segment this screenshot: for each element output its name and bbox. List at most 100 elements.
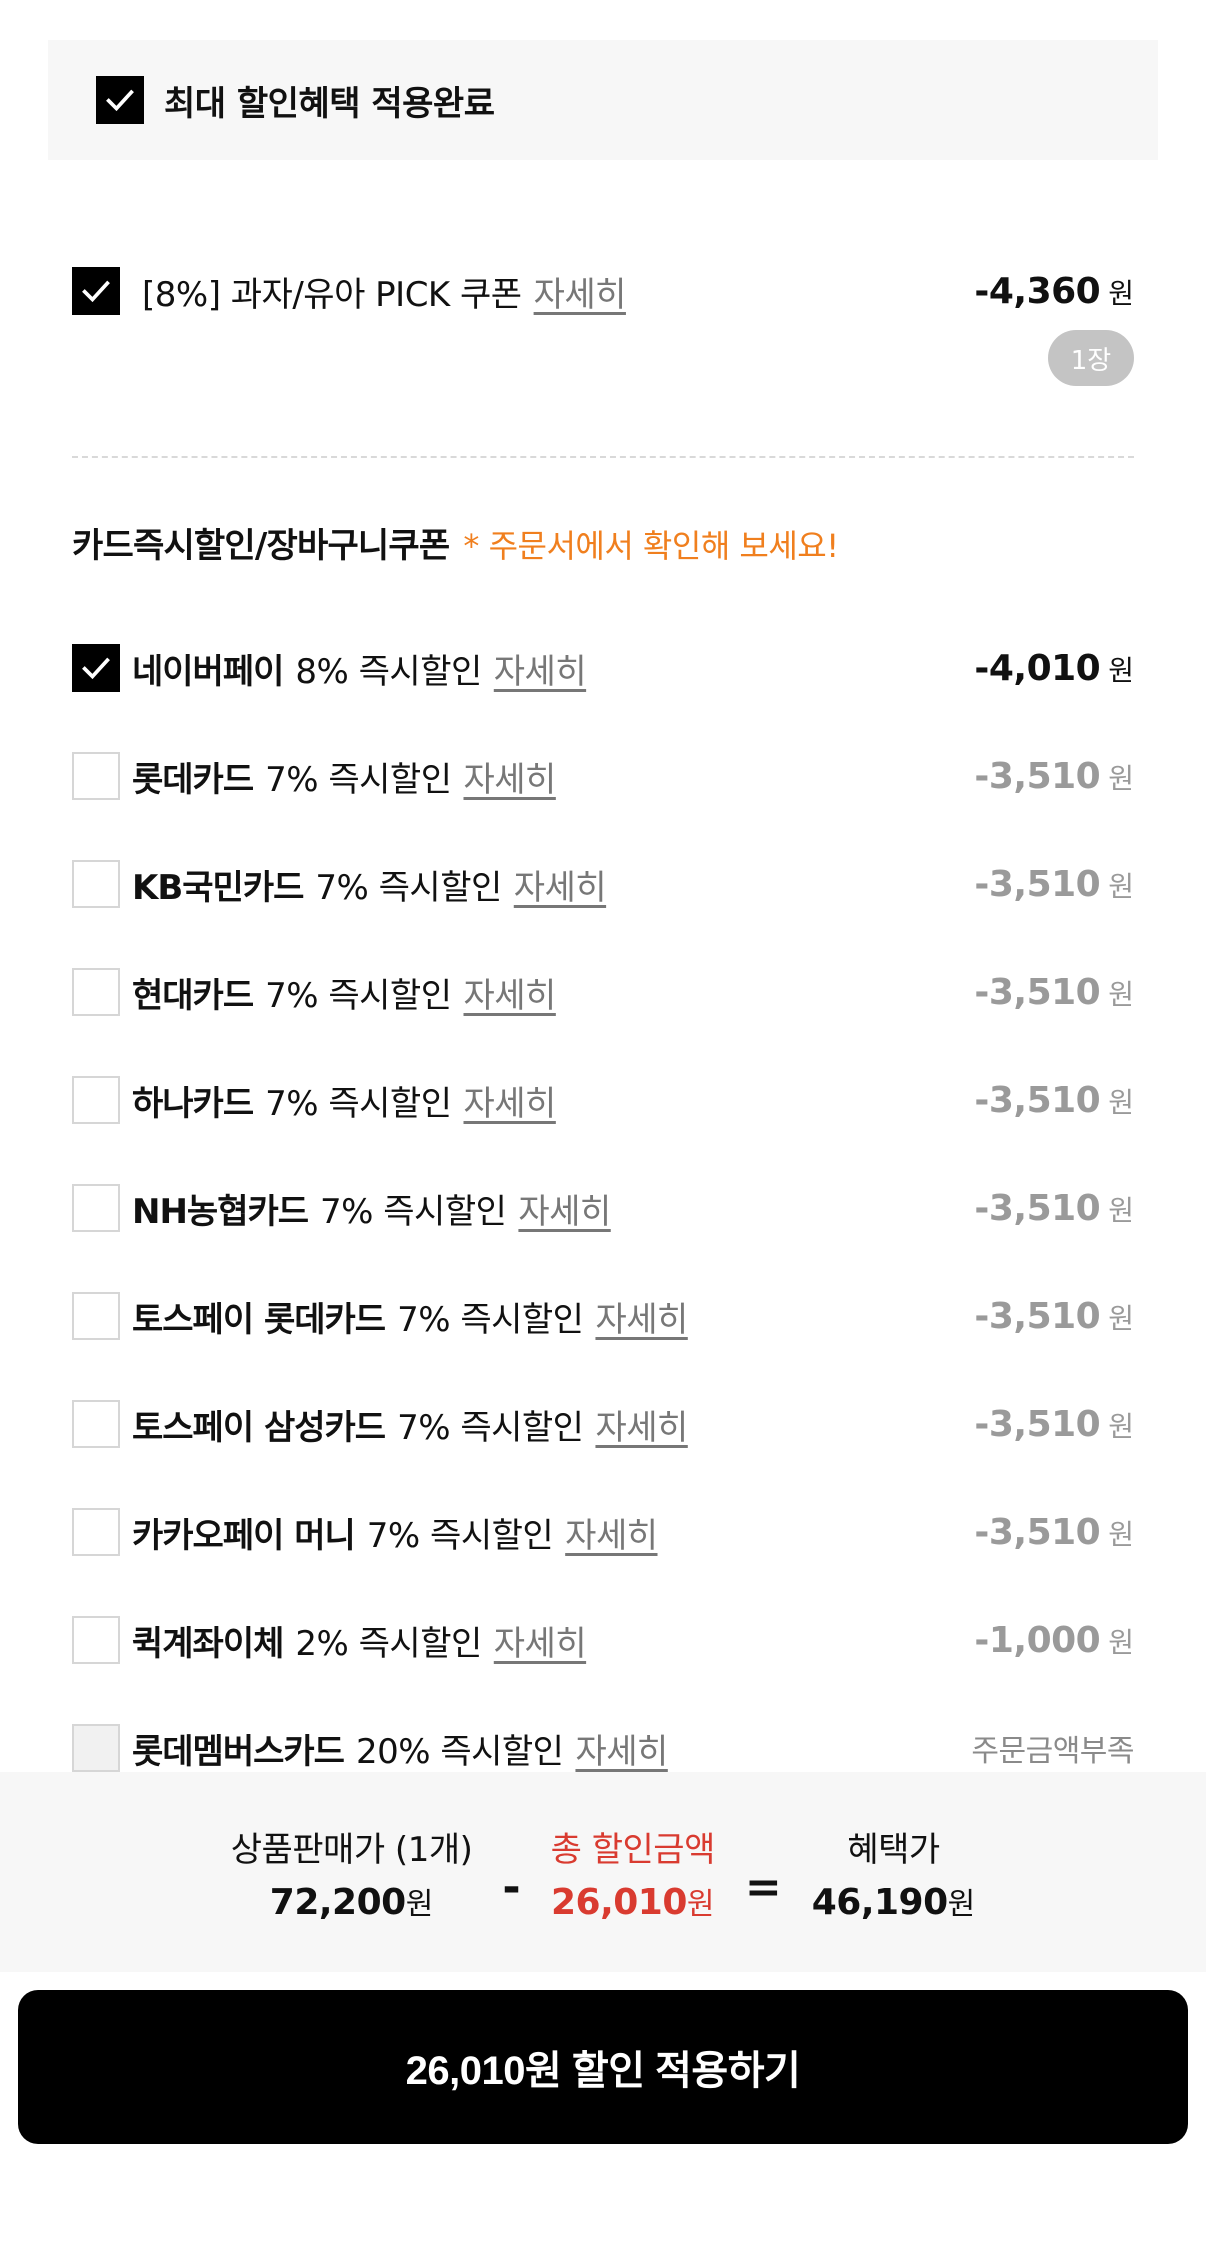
card-amount-value: -3,510: [974, 1187, 1101, 1229]
card-detail-link[interactable]: 자세히: [518, 1184, 611, 1233]
card-discount-amount: -3,510 원: [974, 864, 1134, 905]
max-discount-checkbox[interactable]: [96, 76, 144, 124]
card-description: 7% 즉시할인: [366, 1515, 554, 1556]
card-name: NH농협카드: [132, 1191, 309, 1232]
coupon-amount-currency: 원: [1108, 276, 1134, 310]
card-name: 카카오페이 머니: [132, 1515, 356, 1556]
card-name: 롯데카드: [132, 759, 254, 800]
card-status-text: 주문금액부족: [971, 1734, 1134, 1769]
card-description: 7% 즉시할인: [320, 1191, 507, 1232]
card-discount-amount: -3,510 원: [974, 756, 1134, 797]
card-name: 퀵계좌이체: [132, 1623, 284, 1664]
card-section-note: * 주문서에서 확인해 보세요!: [463, 527, 839, 565]
card-discount-row[interactable]: KB국민카드 7% 즉시할인 자세히 -3,510 원: [72, 830, 1134, 938]
dashed-divider: [72, 456, 1134, 458]
card-detail-link[interactable]: 자세히: [565, 1508, 658, 1557]
coupon-checkbox[interactable]: [72, 267, 120, 315]
card-detail-link[interactable]: 자세히: [595, 1400, 688, 1449]
card-description: 2% 즉시할인: [295, 1623, 482, 1664]
card-checkbox[interactable]: [72, 968, 120, 1016]
card-description: 7% 즉시할인: [397, 1407, 584, 1448]
card-amount-value: -3,510: [974, 863, 1101, 905]
checkmark-icon: [82, 657, 110, 680]
total-discount-label: 총 할인금액: [550, 1829, 716, 1870]
card-name: 토스페이 삼성카드: [132, 1407, 386, 1448]
card-discount-amount: -3,510 원: [974, 1080, 1134, 1121]
card-detail-link[interactable]: 자세히: [575, 1724, 668, 1773]
benefit-price-value: 46,190원: [812, 1879, 976, 1923]
card-detail-link[interactable]: 자세히: [494, 1616, 587, 1665]
card-detail-link[interactable]: 자세히: [494, 644, 587, 693]
card-discount-row[interactable]: 퀵계좌이체 2% 즉시할인 자세히 -1,000 원: [72, 1586, 1134, 1694]
card-description: 8% 즉시할인: [295, 651, 482, 692]
card-checkbox[interactable]: [72, 1400, 120, 1448]
card-discount-row[interactable]: 롯데카드 7% 즉시할인 자세히 -3,510 원: [72, 722, 1134, 830]
card-discount-row[interactable]: 네이버페이 8% 즉시할인 자세히 -4,010 원: [72, 614, 1134, 722]
checkmark-icon: [82, 280, 110, 303]
card-detail-link[interactable]: 자세히: [464, 968, 557, 1017]
card-discount-row[interactable]: 토스페이 삼성카드 7% 즉시할인 자세히 -3,510 원: [72, 1370, 1134, 1478]
card-checkbox[interactable]: [72, 644, 120, 692]
card-name: 네이버페이: [132, 651, 284, 692]
sale-price-value: 72,200원: [231, 1879, 473, 1923]
card-amount-currency: 원: [1108, 1301, 1134, 1335]
max-discount-banner: 최대 할인혜택 적용완료: [48, 40, 1158, 160]
card-discount-row[interactable]: NH농협카드 7% 즉시할인 자세히 -3,510 원: [72, 1154, 1134, 1262]
card-discount-amount: -3,510 원: [974, 1296, 1134, 1337]
card-checkbox: [72, 1724, 120, 1772]
total-discount-value: 26,010원: [551, 1879, 715, 1923]
card-discount-row[interactable]: 토스페이 롯데카드 7% 즉시할인 자세히 -3,510 원: [72, 1262, 1134, 1370]
card-description: 7% 즉시할인: [397, 1299, 584, 1340]
card-amount-currency: 원: [1108, 1409, 1134, 1443]
card-checkbox[interactable]: [72, 1292, 120, 1340]
card-discount-amount: -3,510 원: [974, 1188, 1134, 1229]
card-detail-link[interactable]: 자세히: [464, 1076, 557, 1125]
card-detail-link[interactable]: 자세히: [464, 752, 557, 801]
checkmark-icon: [106, 89, 134, 112]
minus-operator: -: [502, 1861, 521, 1913]
card-detail-link[interactable]: 자세히: [514, 860, 607, 909]
card-label: KB국민카드 7% 즉시할인 자세히: [132, 860, 607, 909]
card-name: 롯데멤버스카드: [132, 1731, 345, 1772]
sale-price-number: 72,200: [269, 1881, 406, 1923]
equals-operator: =: [744, 1861, 782, 1913]
coupon-quantity-badge: 1장: [1048, 330, 1134, 386]
total-discount-currency: 원: [686, 1886, 715, 1922]
card-checkbox[interactable]: [72, 1508, 120, 1556]
sale-price-currency: 원: [405, 1886, 434, 1922]
price-summary: 상품판매가 (1개) 72,200원 - 총 할인금액 26,010원 = 혜택…: [0, 1772, 1206, 1972]
card-label: 토스페이 삼성카드 7% 즉시할인 자세히: [132, 1400, 688, 1449]
card-checkbox[interactable]: [72, 752, 120, 800]
card-amount-currency: 원: [1108, 761, 1134, 795]
coupon-detail-link[interactable]: 자세히: [534, 275, 627, 315]
apply-discount-button[interactable]: 26,010원 할인 적용하기: [18, 1990, 1188, 2144]
card-checkbox[interactable]: [72, 1076, 120, 1124]
total-discount-block: 총 할인금액 26,010원: [550, 1822, 716, 1923]
total-discount-number: 26,010: [550, 1881, 687, 1923]
card-amount-value: -1,000: [974, 1619, 1101, 1661]
card-description: 7% 즉시할인: [265, 759, 452, 800]
coupon-amount-value: -4,360: [974, 270, 1101, 312]
card-checkbox[interactable]: [72, 860, 120, 908]
card-discount-row[interactable]: 하나카드 7% 즉시할인 자세히 -3,510 원: [72, 1046, 1134, 1154]
card-discount-row[interactable]: 카카오페이 머니 7% 즉시할인 자세히 -3,510 원: [72, 1478, 1134, 1586]
benefit-price-currency: 원: [947, 1886, 976, 1922]
card-discount-list: 네이버페이 8% 즉시할인 자세히 -4,010 원 롯데카드 7% 즉시할인 자세히 -3,5…: [72, 614, 1134, 1802]
sale-price-label: 상품판매가 (1개): [230, 1829, 473, 1870]
card-section-header: 카드즉시할인/장바구니쿠폰 * 주문서에서 확인해 보세요!: [72, 518, 839, 567]
card-amount-currency: 원: [1108, 869, 1134, 903]
benefit-price-block: 혜택가 46,190원: [812, 1822, 976, 1923]
coupon-label: [8%] 과자/유아 PICK 쿠폰 자세히: [142, 267, 626, 316]
card-discount-amount: -3,510 원: [974, 1512, 1134, 1553]
max-discount-label: 최대 할인혜택 적용완료: [164, 83, 495, 124]
coupon-row: [8%] 과자/유아 PICK 쿠폰 자세히 -4,360 원: [72, 262, 1134, 320]
card-label: 퀵계좌이체 2% 즉시할인 자세히: [132, 1616, 587, 1665]
card-discount-row[interactable]: 현대카드 7% 즉시할인 자세히 -3,510 원: [72, 938, 1134, 1046]
card-amount-value: -3,510: [974, 1511, 1101, 1553]
card-amount-value: -3,510: [974, 755, 1101, 797]
card-discount-amount: -3,510 원: [974, 972, 1134, 1013]
card-detail-link[interactable]: 자세히: [595, 1292, 688, 1341]
card-checkbox[interactable]: [72, 1616, 120, 1664]
benefit-price-number: 46,190: [811, 1881, 948, 1923]
card-checkbox[interactable]: [72, 1184, 120, 1232]
